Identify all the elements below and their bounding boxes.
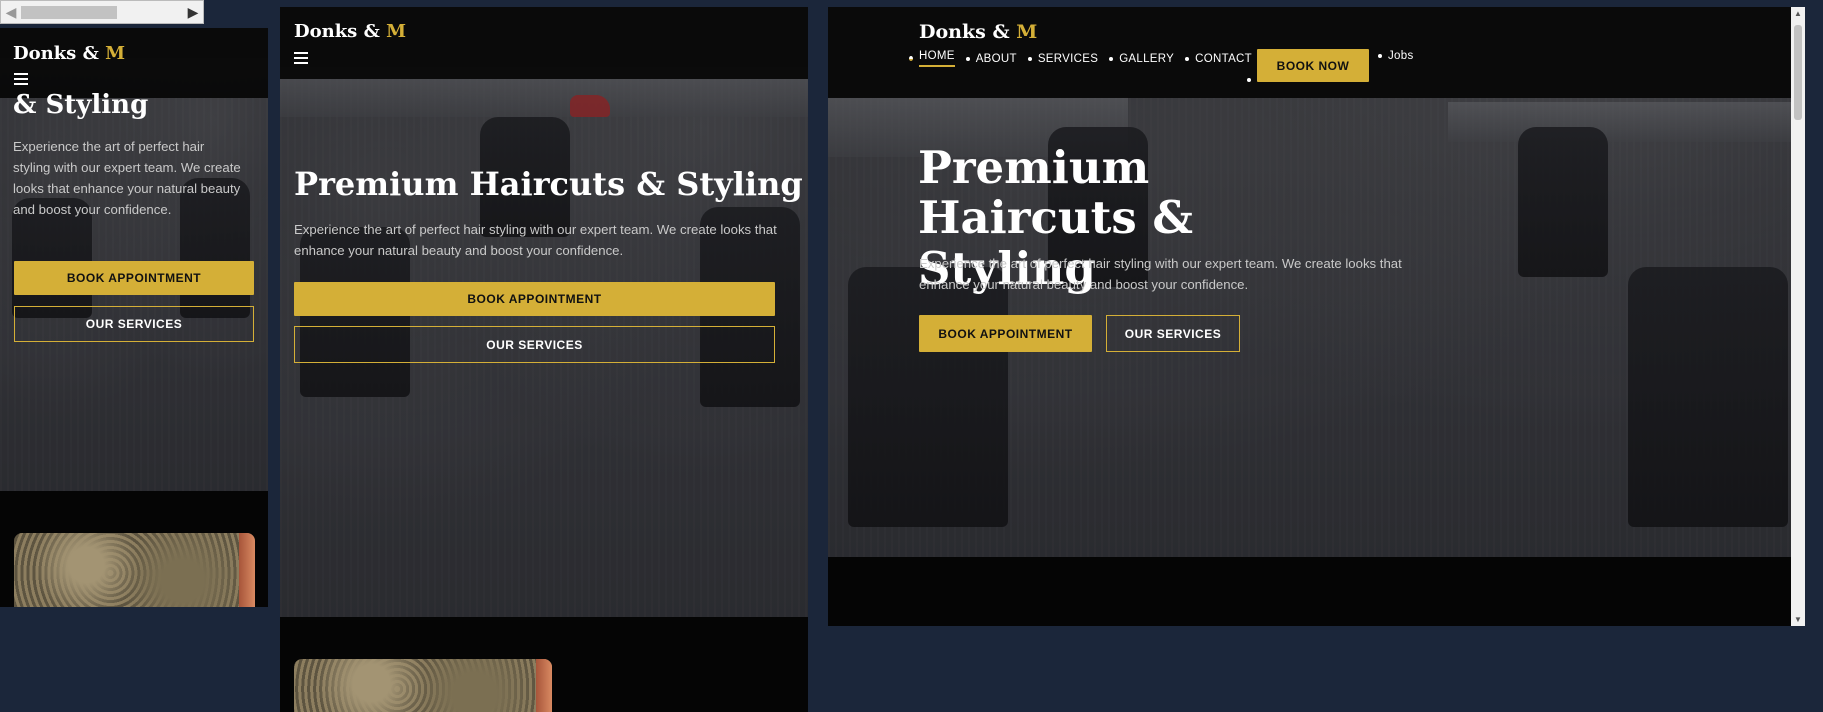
hero-subtitle: Experience the art of perfect hair styli…: [919, 256, 1402, 292]
horizontal-scrollbar[interactable]: ◀ ▶: [0, 0, 204, 24]
main-nav: HOME ABOUT SERVICES GALLERY CONTACT: [909, 50, 1263, 67]
hero-subtitle: Experience the art of perfect hair styli…: [294, 222, 777, 258]
hero-title: & Styling: [13, 90, 149, 120]
scrollbar-thumb[interactable]: [1794, 25, 1802, 120]
our-services-button[interactable]: OUR SERVICES: [294, 326, 775, 363]
hero-title: Premium Haircuts & Styling: [294, 165, 803, 203]
tablet-preview: Donks & M Premium Haircuts & Styling Exp…: [280, 7, 808, 712]
arrow-left-icon[interactable]: ◀: [3, 4, 19, 20]
logo[interactable]: Donks & M: [13, 43, 125, 64]
arrow-up-icon[interactable]: ▲: [1791, 9, 1805, 18]
nav-bullet: [1247, 78, 1251, 82]
nav-item-jobs[interactable]: Jobs: [1378, 50, 1414, 62]
hamburger-icon[interactable]: [294, 52, 308, 64]
arrow-down-icon[interactable]: ▼: [1791, 615, 1805, 624]
nav-item-gallery[interactable]: GALLERY: [1109, 53, 1174, 65]
site-header: Donks & M: [0, 28, 268, 98]
desktop-preview: Donks & M HOME ABOUT SERVICES GALLERY CO…: [828, 7, 1805, 626]
nav-item-contact[interactable]: CONTACT: [1185, 53, 1252, 65]
logo[interactable]: Donks & M: [919, 21, 1037, 43]
our-services-button[interactable]: OUR SERVICES: [1106, 315, 1240, 352]
vertical-scrollbar[interactable]: ▲ ▼: [1791, 7, 1805, 626]
site-header: Donks & M: [280, 7, 808, 79]
nav-item-home[interactable]: HOME: [909, 50, 955, 67]
book-appointment-button[interactable]: BOOK APPOINTMENT: [14, 261, 254, 295]
hero-subtitle: Experience the art of perfect hair styli…: [13, 139, 241, 217]
book-now-button[interactable]: BOOK NOW: [1257, 49, 1369, 82]
logo[interactable]: Donks & M: [294, 21, 406, 42]
our-services-button[interactable]: OUR SERVICES: [14, 306, 254, 342]
site-header: Donks & M HOME ABOUT SERVICES GALLERY CO…: [828, 7, 1805, 98]
book-appointment-button[interactable]: BOOK APPOINTMENT: [294, 282, 775, 316]
nav-item-about[interactable]: ABOUT: [965, 53, 1017, 65]
book-appointment-button[interactable]: BOOK APPOINTMENT: [919, 315, 1092, 352]
gallery-image: [14, 533, 255, 607]
gallery-image: [294, 659, 552, 712]
mobile-preview: Donks & M & Styling Experience the art o…: [0, 28, 268, 607]
scrollbar-thumb[interactable]: [21, 6, 117, 19]
nav-item-services[interactable]: SERVICES: [1027, 53, 1098, 65]
secondary-nav: Jobs: [1378, 50, 1425, 62]
hamburger-icon[interactable]: [14, 73, 28, 85]
arrow-right-icon[interactable]: ▶: [185, 4, 201, 20]
